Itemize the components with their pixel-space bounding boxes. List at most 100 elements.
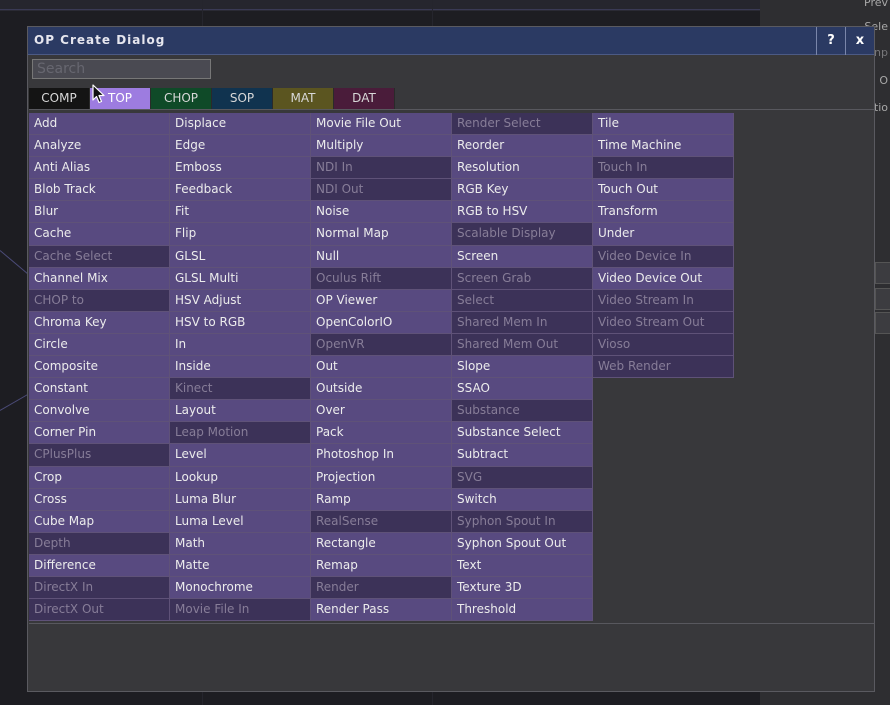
operator-item[interactable]: Level <box>170 444 311 467</box>
operator-item[interactable]: Scalable Display <box>452 223 593 246</box>
operator-item[interactable]: Photoshop In <box>311 444 452 467</box>
operator-item[interactable]: HSV Adjust <box>170 289 311 312</box>
operator-item[interactable]: Flip <box>170 223 311 246</box>
dialog-titlebar[interactable]: OP Create Dialog ? x <box>28 27 874 55</box>
tab-sop[interactable]: SOP <box>212 88 273 109</box>
operator-item[interactable]: Composite <box>29 356 170 379</box>
operator-item[interactable]: Cube Map <box>29 510 170 533</box>
operator-item[interactable]: DirectX Out <box>29 599 170 622</box>
operator-item[interactable]: SVG <box>452 466 593 489</box>
search-input[interactable] <box>32 59 211 79</box>
panel-field[interactable] <box>875 288 890 310</box>
operator-item[interactable]: Cache <box>29 223 170 246</box>
operator-item[interactable]: Slope <box>452 356 593 379</box>
operator-item[interactable]: Monochrome <box>170 576 311 600</box>
operator-item[interactable]: Circle <box>29 333 170 357</box>
operator-item[interactable]: Remap <box>311 554 452 577</box>
operator-item[interactable]: Render Pass <box>311 599 452 622</box>
operator-item[interactable]: Resolution <box>452 157 593 180</box>
operator-item[interactable]: Vioso <box>593 333 734 357</box>
operator-item[interactable]: Substance <box>452 400 593 423</box>
operator-item[interactable]: Inside <box>170 356 311 379</box>
operator-item[interactable]: RealSense <box>311 510 452 533</box>
panel-field[interactable] <box>875 312 890 334</box>
operator-item[interactable]: Render <box>311 576 452 600</box>
operator-item[interactable]: RGB to HSV <box>452 201 593 224</box>
operator-item[interactable]: Displace <box>170 113 311 136</box>
operator-item[interactable]: Luma Blur <box>170 488 311 511</box>
operator-item[interactable]: HSV to RGB <box>170 311 311 334</box>
operator-item[interactable]: Video Stream Out <box>593 311 734 334</box>
tab-mat[interactable]: MAT <box>273 88 334 109</box>
operator-item[interactable]: Noise <box>311 201 452 224</box>
operator-item[interactable]: CHOP to <box>29 289 170 312</box>
operator-item[interactable]: Add <box>29 113 170 136</box>
operator-item[interactable]: Emboss <box>170 157 311 180</box>
operator-item[interactable]: Kinect <box>170 378 311 401</box>
operator-item[interactable]: Video Stream In <box>593 289 734 312</box>
operator-item[interactable]: Syphon Spout In <box>452 510 593 533</box>
operator-item[interactable]: Fit <box>170 201 311 224</box>
operator-item[interactable]: OpenColorIO <box>311 311 452 334</box>
operator-item[interactable]: Time Machine <box>593 135 734 158</box>
operator-item[interactable]: Movie File In <box>170 599 311 622</box>
operator-item[interactable]: Syphon Spout Out <box>452 532 593 555</box>
operator-item[interactable]: Crop <box>29 466 170 489</box>
operator-item[interactable]: OP Viewer <box>311 289 452 312</box>
operator-item[interactable]: Normal Map <box>311 223 452 246</box>
operator-item[interactable]: Channel Mix <box>29 267 170 290</box>
operator-item[interactable]: Web Render <box>593 356 734 379</box>
operator-item[interactable]: Under <box>593 223 734 246</box>
operator-item[interactable]: Pack <box>311 422 452 445</box>
operator-item[interactable]: Text <box>452 554 593 577</box>
help-button[interactable]: ? <box>816 27 845 55</box>
operator-item[interactable]: OpenVR <box>311 333 452 357</box>
operator-item[interactable]: Feedback <box>170 179 311 202</box>
operator-item[interactable]: Lookup <box>170 466 311 489</box>
operator-item[interactable]: GLSL <box>170 245 311 268</box>
operator-item[interactable]: Edge <box>170 135 311 158</box>
operator-item[interactable]: Switch <box>452 488 593 511</box>
operator-item[interactable]: Reorder <box>452 135 593 158</box>
operator-item[interactable]: Ramp <box>311 488 452 511</box>
operator-item[interactable]: Math <box>170 532 311 555</box>
operator-item[interactable]: Blob Track <box>29 179 170 202</box>
operator-item[interactable]: Convolve <box>29 400 170 423</box>
operator-item[interactable]: Select <box>452 289 593 312</box>
operator-item[interactable]: Matte <box>170 554 311 577</box>
operator-item[interactable]: Out <box>311 356 452 379</box>
close-button[interactable]: x <box>845 27 874 55</box>
operator-item[interactable]: Tile <box>593 113 734 136</box>
operator-item[interactable]: Oculus Rift <box>311 267 452 290</box>
tab-comp[interactable]: COMP <box>29 88 90 109</box>
operator-item[interactable]: Screen Grab <box>452 267 593 290</box>
operator-item[interactable]: Substance Select <box>452 422 593 445</box>
operator-item[interactable]: Screen <box>452 245 593 268</box>
operator-item[interactable]: GLSL Multi <box>170 267 311 290</box>
operator-item[interactable]: Touch In <box>593 157 734 180</box>
operator-item[interactable]: Analyze <box>29 135 170 158</box>
panel-field[interactable] <box>875 262 890 284</box>
operator-item[interactable]: Depth <box>29 532 170 555</box>
operator-item[interactable]: Video Device Out <box>593 267 734 290</box>
operator-item[interactable]: Shared Mem Out <box>452 333 593 357</box>
tab-chop[interactable]: CHOP <box>151 88 212 109</box>
operator-item[interactable]: SSAO <box>452 378 593 401</box>
tab-dat[interactable]: DAT <box>334 88 395 109</box>
operator-item[interactable]: Anti Alias <box>29 157 170 180</box>
operator-item[interactable]: Texture 3D <box>452 576 593 600</box>
operator-item[interactable]: Subtract <box>452 444 593 467</box>
operator-item[interactable]: Layout <box>170 400 311 423</box>
operator-item[interactable]: Rectangle <box>311 532 452 555</box>
operator-item[interactable]: Outside <box>311 378 452 401</box>
operator-item[interactable]: Cross <box>29 488 170 511</box>
operator-item[interactable]: Threshold <box>452 599 593 622</box>
operator-item[interactable]: Transform <box>593 201 734 224</box>
operator-item[interactable]: Touch Out <box>593 179 734 202</box>
operator-item[interactable]: Null <box>311 245 452 268</box>
operator-item[interactable]: RGB Key <box>452 179 593 202</box>
operator-item[interactable]: Projection <box>311 466 452 489</box>
operator-item[interactable]: NDI In <box>311 157 452 180</box>
operator-item[interactable]: Corner Pin <box>29 422 170 445</box>
operator-item[interactable]: Multiply <box>311 135 452 158</box>
